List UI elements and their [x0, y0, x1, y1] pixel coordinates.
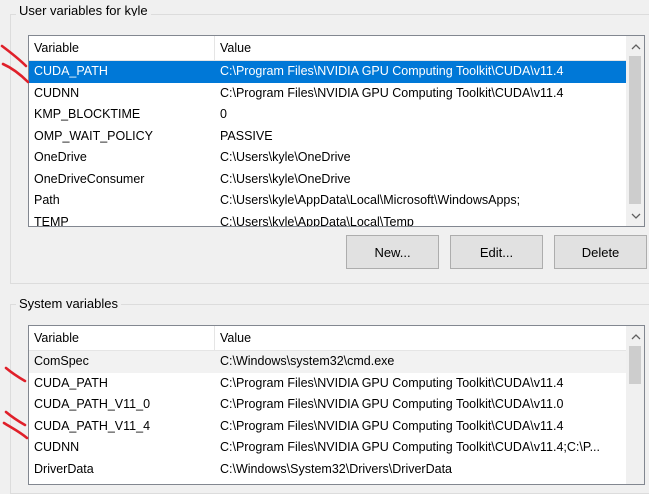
- chevron-up-icon[interactable]: [627, 328, 644, 345]
- table-row[interactable]: OneDriveConsumer C:\Users\kyle\OneDrive: [29, 169, 627, 191]
- variable-name: CUDNN: [34, 440, 80, 454]
- variable-value: 0: [220, 107, 227, 121]
- user-variables-list[interactable]: Variable Value CUDA_PATH C:\Program Files…: [28, 35, 645, 227]
- variable-name: CUDA_PATH: [34, 64, 108, 78]
- variable-name: DriverData: [34, 461, 94, 476]
- annotation-mark: [2, 410, 29, 440]
- variable-value: C:\Program Files\NVIDIA GPU Computing To…: [220, 418, 564, 433]
- variable-name: CUDA_PATH: [34, 375, 108, 390]
- variable-value: PASSIVE: [220, 128, 273, 143]
- variable-value: C:\Program Files\NVIDIA GPU Computing To…: [220, 375, 564, 390]
- table-row[interactable]: OMP_WAIT_POLICY PASSIVE: [29, 126, 627, 148]
- variable-name: Path: [34, 193, 60, 207]
- user-variables-rows: CUDA_PATH C:\Program Files\NVIDIA GPU Com…: [29, 61, 627, 226]
- chevron-up-icon[interactable]: [627, 38, 644, 55]
- table-row[interactable]: CUDA_PATH_V11_4 C:\Program Files\NVIDIA G…: [29, 416, 627, 438]
- new-button[interactable]: New...: [346, 235, 439, 269]
- variable-value: C:\Users\kyle\OneDrive: [220, 171, 351, 186]
- table-row[interactable]: CUDA_PATH C:\Program Files\NVIDIA GPU Com…: [29, 61, 627, 83]
- chevron-down-icon[interactable]: [627, 207, 644, 224]
- variable-name: OneDrive: [34, 150, 87, 164]
- column-header-variable[interactable]: Variable: [29, 326, 215, 350]
- system-variables-list[interactable]: Variable Value ComSpec C:\Windows\system3…: [28, 325, 645, 485]
- scroll-thumb[interactable]: [629, 346, 641, 384]
- user-variables-scrollbar[interactable]: [626, 36, 644, 226]
- variable-value: C:\Program Files\NVIDIA GPU Computing To…: [220, 397, 564, 411]
- column-header-variable[interactable]: Variable: [29, 36, 215, 60]
- variable-name: KMP_BLOCKTIME: [34, 107, 141, 121]
- variable-value: C:\Users\kyle\OneDrive: [220, 150, 351, 164]
- variable-name: OMP_WAIT_POLICY: [34, 128, 154, 143]
- table-row[interactable]: CUDA_PATH C:\Program Files\NVIDIA GPU Com…: [29, 373, 627, 395]
- column-header-value[interactable]: Value: [215, 36, 627, 60]
- table-row[interactable]: TEMP C:\Users\kyle\AppData\Local\Temp: [29, 212, 627, 227]
- user-variables-label: User variables for kyle: [16, 2, 151, 16]
- variable-value: C:\Users\kyle\AppData\Local\Temp: [220, 214, 414, 227]
- table-row[interactable]: CUDNN C:\Program Files\NVIDIA GPU Computi…: [29, 437, 627, 459]
- column-header-value[interactable]: Value: [215, 326, 627, 350]
- system-variables-rows: ComSpec C:\Windows\system32\cmd.exe CUDA_P…: [29, 351, 627, 484]
- user-variables-header: Variable Value: [29, 36, 627, 61]
- table-row[interactable]: ComSpec C:\Windows\system32\cmd.exe: [29, 351, 627, 373]
- table-row[interactable]: DriverData C:\Windows\System32\Drivers\Dr…: [29, 459, 627, 481]
- delete-button[interactable]: Delete: [554, 235, 647, 269]
- variable-name: CUDA_PATH_V11_4: [34, 418, 151, 433]
- annotation-mark: [0, 44, 30, 84]
- variable-value: C:\Windows\system32\cmd.exe: [220, 354, 395, 368]
- variable-name: CUDNN: [34, 85, 80, 100]
- variable-name: OneDriveConsumer: [34, 171, 145, 186]
- table-row[interactable]: Path C:\Users\kyle\AppData\Local\Microsof…: [29, 190, 627, 212]
- table-row[interactable]: CUDA_PATH_V11_0 C:\Program Files\NVIDIA G…: [29, 394, 627, 416]
- table-row[interactable]: CUDNN C:\Program Files\NVIDIA GPU Computi…: [29, 83, 627, 105]
- system-variables-header: Variable Value: [29, 326, 627, 351]
- edit-button[interactable]: Edit...: [450, 235, 543, 269]
- variable-value: C:\Program Files\NVIDIA GPU Computing To…: [220, 85, 564, 100]
- variable-value: C:\Users\kyle\AppData\Local\Microsoft\Wi…: [220, 193, 521, 207]
- variable-value: C:\Program Files\NVIDIA GPU Computing To…: [220, 64, 564, 78]
- table-row[interactable]: OneDrive C:\Users\kyle\OneDrive: [29, 147, 627, 169]
- scroll-thumb[interactable]: [629, 56, 641, 204]
- variable-name: CUDA_PATH_V11_0: [34, 397, 151, 411]
- system-variables-label: System variables: [16, 295, 121, 313]
- variable-value: C:\Windows\System32\Drivers\DriverData: [220, 461, 452, 476]
- variable-name: ComSpec: [34, 354, 89, 368]
- annotation-mark: [4, 366, 27, 383]
- table-row[interactable]: KMP_BLOCKTIME 0: [29, 104, 627, 126]
- variable-name: TEMP: [34, 214, 69, 227]
- variable-value: C:\Program Files\NVIDIA GPU Computing To…: [220, 440, 600, 454]
- system-variables-scrollbar[interactable]: [626, 326, 644, 484]
